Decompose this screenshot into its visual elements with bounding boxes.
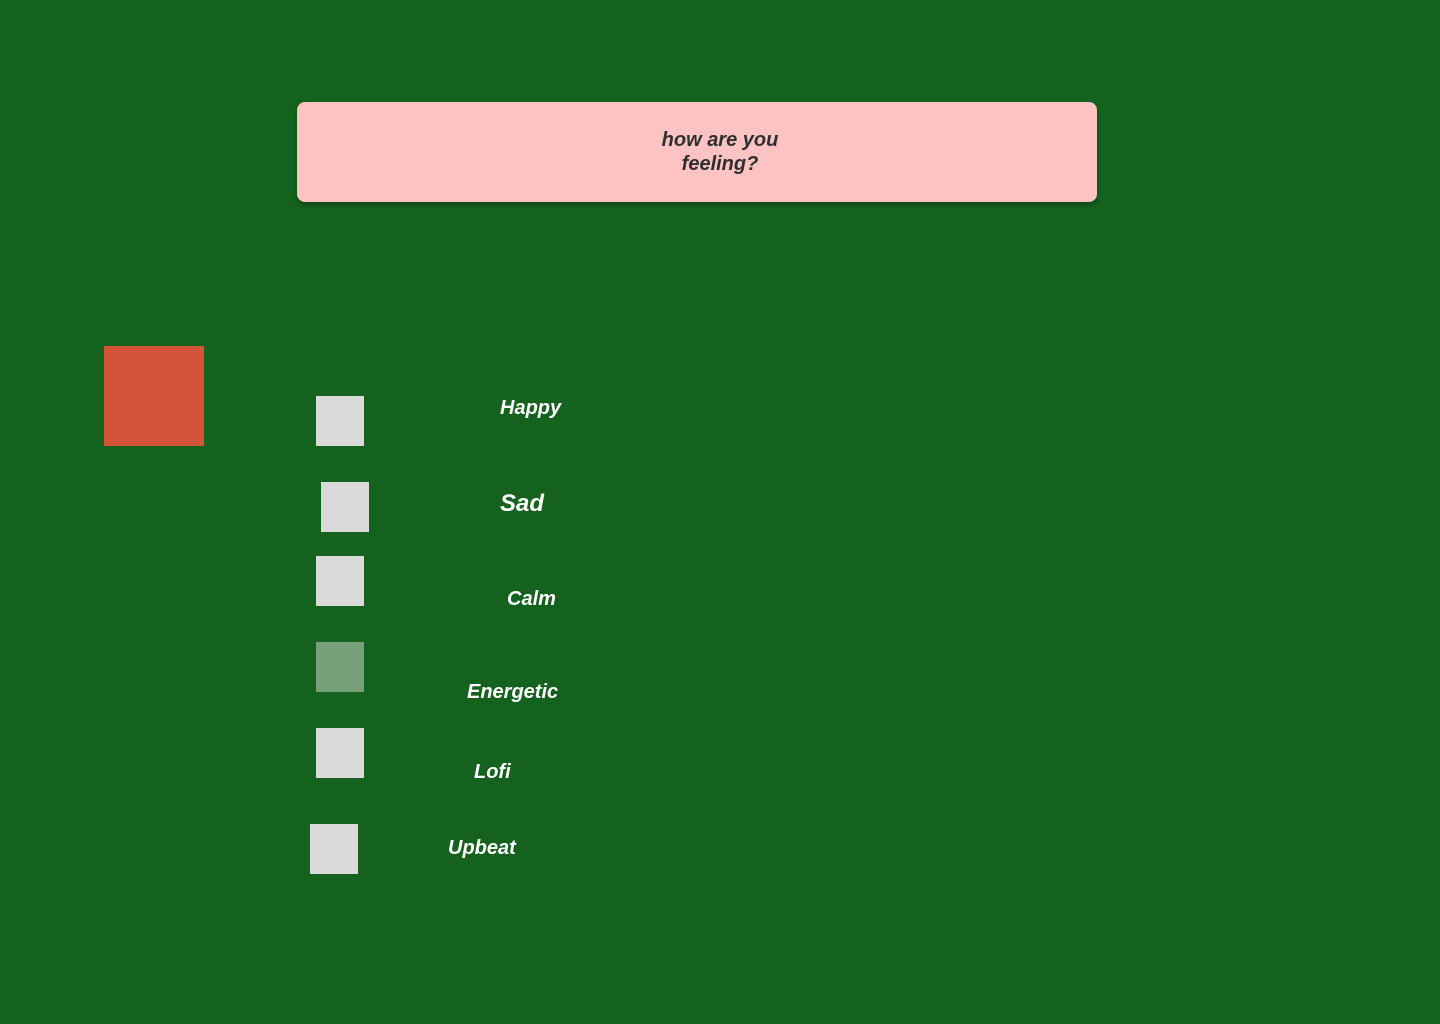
question-card: how are you feeling? <box>297 102 1097 202</box>
mood-label-lofi[interactable]: Lofi <box>474 760 511 784</box>
question-line-1: how are you <box>661 129 779 151</box>
mood-label-upbeat[interactable]: Upbeat <box>448 836 516 860</box>
mood-picker-screen: how are you feeling? Happy Sad Calm Ener… <box>0 0 1440 1024</box>
mood-label-happy[interactable]: Happy <box>500 396 561 420</box>
mood-label-sad[interactable]: Sad <box>500 490 544 518</box>
mood-checkbox-sad[interactable] <box>321 482 369 532</box>
mood-checkbox-calm[interactable] <box>316 556 364 606</box>
mood-checkbox-energetic[interactable] <box>316 642 364 692</box>
mood-checkbox-happy[interactable] <box>316 396 364 446</box>
question-text: how are you feeling? <box>594 128 800 176</box>
question-line-2: feeling? <box>681 153 759 175</box>
mood-label-energetic[interactable]: Energetic <box>467 680 558 704</box>
mood-checkbox-upbeat[interactable] <box>310 824 358 874</box>
mood-label-calm[interactable]: Calm <box>507 587 556 611</box>
mood-checkbox-lofi[interactable] <box>316 728 364 778</box>
accent-square[interactable] <box>104 346 204 446</box>
